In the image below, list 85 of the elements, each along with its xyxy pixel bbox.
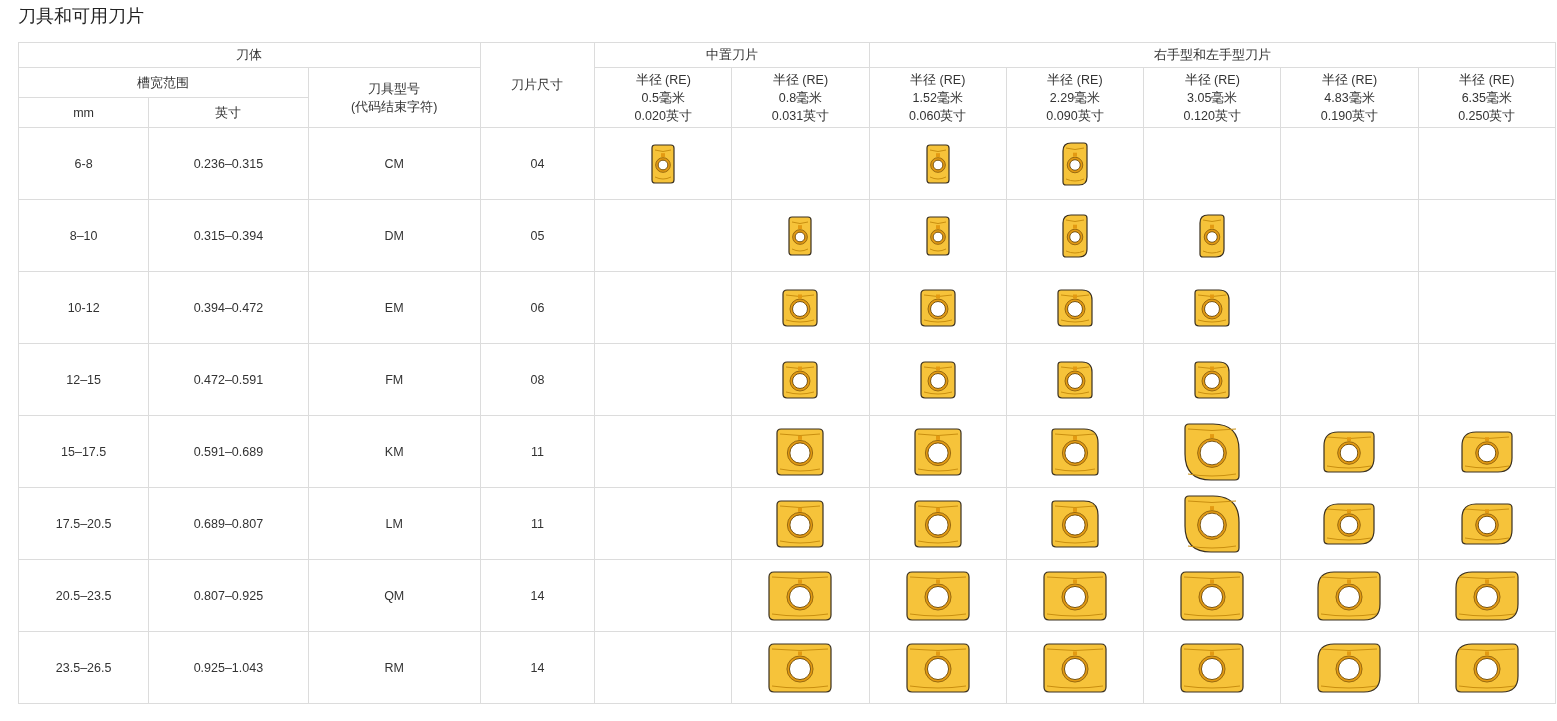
column-header: 半径 (RE) 4.83毫米 0.190英寸 [1280,67,1419,128]
column-header: 中置刀片 [594,42,870,68]
cutting-insert-drawing [782,360,819,399]
cutting-insert-drawing [1056,360,1093,399]
cutting-insert-drawing [651,143,676,184]
column-header: 半径 (RE) 0.5毫米 0.020英寸 [594,67,732,128]
table-cell: 20.5–23.5 [55,588,112,603]
column-header: mm [18,97,149,128]
cutting-insert-drawing [768,570,833,621]
table-cell: 0.925–1.043 [193,660,264,675]
table-cell: 23.5–26.5 [55,660,112,675]
table-cell: 08 [530,372,545,387]
column-header: 半径 (RE) 0.8毫米 0.031英寸 [731,67,870,128]
table-cell: 0.807–0.925 [193,588,264,603]
cutting-insert-drawing [913,499,962,548]
column-header: 槽宽范围 [18,67,309,98]
column-header: 半径 (RE) 1.52毫米 0.060英寸 [869,67,1007,128]
cutting-insert-drawing [1050,427,1099,476]
table-cell: 14 [530,660,545,675]
column-header: 右手型和左手型刀片 [869,42,1556,68]
table-cell: 0.591–0.689 [193,444,264,459]
cutting-insert-drawing [1323,430,1376,473]
table-cell: 8–10 [69,228,98,243]
cutting-insert-drawing [925,215,950,256]
cutting-insert-drawing [1460,430,1513,473]
cutting-insert-drawing [1199,213,1226,258]
cutting-insert-drawing [1194,288,1231,327]
table-cell: 6-8 [74,156,93,171]
cutting-insert-drawing [1454,642,1519,693]
table-cell: 06 [530,300,545,315]
table-cell: 11 [531,444,544,459]
column-header: 半径 (RE) 6.35毫米 0.250英寸 [1418,67,1556,128]
cutting-insert-drawing [776,499,825,548]
cutting-insert-drawing [788,215,813,256]
page-title: 刀具和可用刀片 [18,5,145,28]
table-cell: 11 [531,516,544,531]
cutting-insert-drawing [925,143,950,184]
cutting-insert-drawing [768,642,833,693]
table-cell: 14 [530,588,545,603]
table-cell: RM [384,660,404,675]
table-cell: KM [384,444,404,459]
table-cell: 05 [530,228,545,243]
table-cell: 0.315–0.394 [193,228,264,243]
table-cell: 0.236–0.315 [193,156,264,171]
column-header: 刀片尺寸 [480,42,595,128]
table-cell: 0.472–0.591 [193,372,264,387]
cutting-insert-drawing [1323,502,1376,545]
table-cell: FM [385,372,404,387]
table-cell: QM [384,588,405,603]
cutting-insert-drawing [1194,360,1231,399]
cutting-insert-drawing [1184,494,1241,553]
cutting-insert-drawing [1317,570,1382,621]
table-cell: 0.689–0.807 [193,516,264,531]
cutting-insert-drawing [1454,570,1519,621]
column-header: 刀体 [18,42,481,68]
cutting-insert-drawing [782,288,819,327]
cutting-insert-drawing [1061,213,1088,258]
table-cell: EM [384,300,404,315]
cutting-insert-drawing [1050,499,1099,548]
table-cell: DM [384,228,404,243]
table-cell: 12–15 [66,372,101,387]
cutting-insert-drawing [905,642,970,693]
cutting-insert-drawing [913,427,962,476]
table-cell: CM [384,156,404,171]
table-cell: 04 [530,156,545,171]
cutting-insert-drawing [919,360,956,399]
table-cell: LM [385,516,403,531]
table-cell: 0.394–0.472 [193,300,264,315]
table-cell: 15–17.5 [61,444,107,459]
table-cell: 10-12 [67,300,100,315]
cutting-insert-drawing [1317,642,1382,693]
cutting-insert-drawing [1056,288,1093,327]
cutting-insert-drawing [1180,570,1245,621]
table-cell: 17.5–20.5 [55,516,112,531]
column-header: 半径 (RE) 2.29毫米 0.090英寸 [1006,67,1144,128]
cutting-insert-drawing [1184,422,1241,481]
cutting-insert-drawing [905,570,970,621]
cutting-insert-drawing [1180,642,1245,693]
cutting-insert-drawing [919,288,956,327]
cutting-insert-drawing [1042,642,1107,693]
cutting-insert-drawing [1460,502,1513,545]
cutting-insert-drawing [1061,141,1088,186]
cutting-insert-drawing [1042,570,1107,621]
column-header: 半径 (RE) 3.05毫米 0.120英寸 [1143,67,1281,128]
cutting-insert-drawing [776,427,825,476]
